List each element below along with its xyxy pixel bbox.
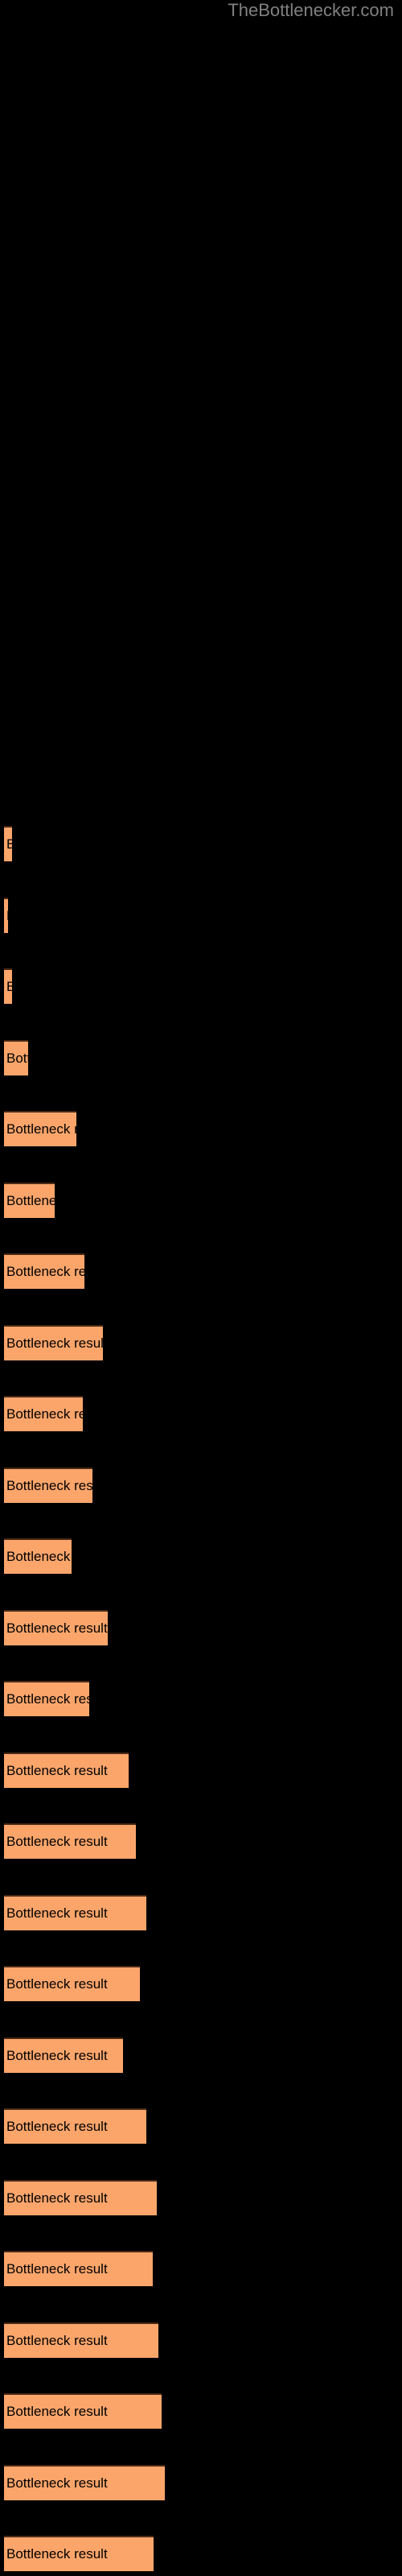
bar-label: Bottleneck result xyxy=(6,1335,103,1351)
bar-row: Bottleneck result xyxy=(0,1966,402,2003)
bar-label: Bottleneck result xyxy=(6,2048,108,2063)
bottleneck-bar-chart: Bottleneck result Bottleneck result Bottle… xyxy=(0,0,402,2576)
bar-row: Bottleneck result xyxy=(0,2393,402,2430)
bar[interactable]: Bottleneck result xyxy=(4,2180,157,2215)
bar-row: Bottleneck result xyxy=(0,2251,402,2288)
bar-row: Bottleneck result xyxy=(0,1468,402,1505)
bar-label: Bottleneck result xyxy=(6,2333,108,2348)
bar[interactable]: Bottleneck result xyxy=(4,826,12,861)
bar-label: Bottleneck result xyxy=(6,1620,108,1636)
bar-label: Bottleneck result xyxy=(6,836,12,852)
bar[interactable]: Bottleneck result xyxy=(4,2393,162,2429)
bar[interactable]: Bottleneck result xyxy=(4,2251,153,2286)
bar-label: Bottleneck result xyxy=(6,1121,76,1137)
bar-label: Bottleneck result xyxy=(6,1478,92,1493)
bar-row: Bottleneck result xyxy=(0,2108,402,2145)
bar-row: Bottleneck result xyxy=(0,826,402,863)
bar[interactable]: Bottleneck result xyxy=(4,1966,140,2001)
bar[interactable]: Bottleneck result xyxy=(4,1895,146,1930)
bar-label: Bottleneck result xyxy=(6,2475,108,2491)
bar-row: Bottleneck result xyxy=(0,1895,402,1932)
bar[interactable]: Bottleneck result xyxy=(4,1396,83,1431)
bar[interactable]: Bottleneck result xyxy=(4,968,12,1004)
bar-row: Bottleneck result xyxy=(0,2180,402,2217)
bar[interactable]: Bottleneck result xyxy=(4,1823,136,1859)
bar[interactable]: Bottleneck result xyxy=(4,1325,103,1360)
bar-label: Bottleneck result xyxy=(6,2190,108,2206)
bar-label: Bottleneck result xyxy=(6,1406,83,1422)
bar-label: Bottleneck result xyxy=(6,1051,28,1066)
bar[interactable]: Bottleneck result xyxy=(4,2536,154,2571)
bar-row: Bottleneck result xyxy=(0,2465,402,2502)
bar-row: Bottleneck result xyxy=(0,1396,402,1433)
bar[interactable]: Bottleneck result xyxy=(4,1752,129,1788)
bar-label: Bottleneck result xyxy=(6,979,12,995)
bar-label: Bottleneck result xyxy=(6,1193,55,1208)
bar-label: Bottleneck result xyxy=(6,1763,108,1778)
bar[interactable]: Bottleneck result xyxy=(4,2108,146,2144)
bar-row: Bottleneck result xyxy=(0,1752,402,1790)
bar[interactable]: Bottleneck result xyxy=(4,1183,55,1218)
bar-row: Bottleneck result xyxy=(0,1253,402,1290)
bar-label: Bottleneck result xyxy=(6,1549,72,1564)
bar[interactable]: Bottleneck result xyxy=(4,1681,89,1716)
bar-row: Bottleneck result xyxy=(0,1040,402,1077)
bar-label: Bottleneck result xyxy=(6,2404,108,2419)
bar-row: Bottleneck result xyxy=(0,1610,402,1647)
bar[interactable]: Bottleneck result xyxy=(4,898,8,933)
bar[interactable]: Bottleneck result xyxy=(4,2037,123,2073)
bar-row: Bottleneck result xyxy=(0,1823,402,1860)
bar-label: Bottleneck result xyxy=(6,908,8,924)
bar[interactable]: Bottleneck result xyxy=(4,2322,158,2358)
bar[interactable]: Bottleneck result xyxy=(4,1253,84,1289)
bar-label: Bottleneck result xyxy=(6,2119,108,2134)
bar-row: Bottleneck result xyxy=(0,1111,402,1148)
bar-row: Bottleneck result xyxy=(0,1681,402,1718)
bar-row: Bottleneck result xyxy=(0,898,402,935)
bar[interactable]: Bottleneck result xyxy=(4,2465,165,2500)
bar[interactable]: Bottleneck result xyxy=(4,1610,108,1645)
bar-row: Bottleneck result xyxy=(0,2322,402,2359)
bar-label: Bottleneck result xyxy=(6,2261,108,2277)
bar-row: Bottleneck result xyxy=(0,1325,402,1362)
bar-label: Bottleneck result xyxy=(6,1976,108,1992)
bar-row: Bottleneck result xyxy=(0,968,402,1005)
bar-label: Bottleneck result xyxy=(6,1264,84,1279)
bar[interactable]: Bottleneck result xyxy=(4,1040,28,1075)
bar[interactable]: Bottleneck result xyxy=(4,1538,72,1574)
bar-row: Bottleneck result xyxy=(0,2536,402,2573)
bar-row: Bottleneck result xyxy=(0,1538,402,1575)
bar-row: Bottleneck result xyxy=(0,1183,402,1220)
page-root: TheBottlenecker.com Bottleneck resultBot… xyxy=(0,0,402,2576)
bar-label: Bottleneck result xyxy=(6,1905,108,1921)
bar[interactable]: Bottleneck result xyxy=(4,1468,92,1503)
bar-row: Bottleneck result xyxy=(0,2037,402,2074)
bar-label: Bottleneck result xyxy=(6,1691,89,1707)
bar-label: Bottleneck result xyxy=(6,1834,108,1849)
bar[interactable]: Bottleneck result xyxy=(4,1111,76,1146)
bar-label: Bottleneck result xyxy=(6,2546,108,2562)
